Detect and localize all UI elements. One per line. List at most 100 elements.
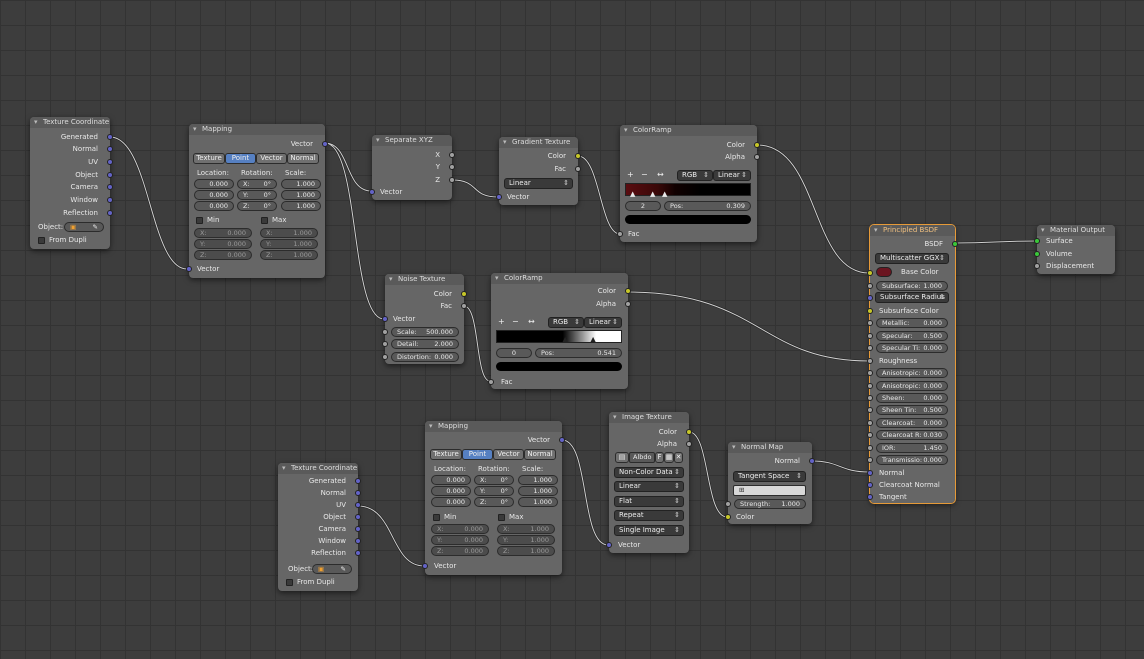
node-title[interactable]: Normal Map [728, 442, 812, 453]
max-checkbox[interactable] [261, 217, 268, 224]
max-z-field[interactable]: Z: 1.000 [260, 250, 318, 260]
node-title[interactable]: ColorRamp [491, 273, 628, 284]
socket-volume-in[interactable] [1034, 251, 1040, 257]
min-x-field[interactable]: X: 0.000 [431, 524, 489, 534]
socket-subsurface-radius[interactable] [867, 295, 873, 301]
socket-normal-in[interactable] [867, 470, 873, 476]
anisotropic-field[interactable]: Anisotropic: 0.000 [876, 368, 948, 378]
extension-dropdown[interactable]: Repeat [614, 510, 684, 521]
strength-field[interactable]: Strength: 1.000 [734, 499, 806, 509]
min-x-field[interactable]: X: 0.000 [194, 228, 252, 238]
socket-alpha[interactable] [625, 301, 631, 307]
socket-x[interactable] [449, 152, 455, 158]
image-texture-node[interactable]: Image Texture Color Alpha ▤ Albdo F ▦ ✕ … [606, 412, 692, 553]
flip-ramp-icon[interactable]: ↔ [528, 317, 535, 326]
ramp-stop-marker[interactable]: ▲ [650, 190, 655, 199]
add-stop-icon[interactable]: + [498, 317, 505, 326]
from-dupli-checkbox[interactable] [286, 579, 293, 586]
node-title[interactable]: Separate XYZ [372, 135, 452, 146]
socket-anisotropic[interactable] [867, 370, 873, 376]
stop-color-swatch[interactable] [496, 362, 622, 371]
flip-ramp-icon[interactable]: ↔ [657, 170, 664, 179]
socket-color-in[interactable] [725, 514, 731, 520]
socket-reflection[interactable] [355, 550, 361, 556]
scale-z-field[interactable]: 1.000 [518, 497, 558, 507]
interpolation-dropdown[interactable]: Linear [614, 481, 684, 492]
socket-bsdf-out[interactable] [952, 241, 958, 247]
normal-map-node[interactable]: Normal Map Normal Tangent Space ⊞ Streng… [725, 442, 815, 524]
socket-displacement-in[interactable] [1034, 263, 1040, 269]
eyedropper-icon[interactable]: ✎ [341, 565, 346, 573]
socket-camera[interactable] [107, 184, 113, 190]
node-title[interactable]: Mapping [425, 421, 562, 432]
scale-z-field[interactable]: 1.000 [281, 201, 321, 211]
socket-sheen-tint[interactable] [867, 407, 873, 413]
socket-specular-tint[interactable] [867, 345, 873, 351]
socket-generated[interactable] [355, 478, 361, 484]
anisotropic-rotation-field[interactable]: Anisotropic: 0.000 [876, 381, 948, 391]
interpolation-dropdown[interactable]: Linear [713, 170, 751, 181]
ramp-stop-marker[interactable]: ▲ [662, 190, 667, 199]
socket-vector-in[interactable] [606, 542, 612, 548]
location-y-field[interactable]: 0.000 [194, 190, 234, 200]
gradient-type-dropdown[interactable]: Linear [504, 178, 573, 189]
socket-roughness[interactable] [867, 358, 873, 364]
texture-coordinate-node[interactable]: Texture Coordinate Generated Normal UV O… [30, 117, 113, 249]
mapping-node[interactable]: Mapping Vector Texture Point Vector Norm… [422, 421, 565, 575]
socket-metallic[interactable] [867, 320, 873, 326]
max-x-field[interactable]: X: 1.000 [497, 524, 555, 534]
stop-position-field[interactable]: Pos: 0.541 [535, 348, 622, 358]
node-title[interactable]: Gradient Texture [499, 137, 578, 148]
color-mode-dropdown[interactable]: RGB [548, 317, 584, 328]
socket-vector-in[interactable] [382, 316, 388, 322]
transmission-field[interactable]: Transmissio: 0.000 [876, 455, 948, 465]
socket-y[interactable] [449, 164, 455, 170]
max-x-field[interactable]: X: 1.000 [260, 228, 318, 238]
socket-reflection[interactable] [107, 210, 113, 216]
tab-texture[interactable]: Texture [193, 153, 225, 164]
socket-subsurface-color[interactable] [867, 308, 873, 314]
socket-surface-in[interactable] [1034, 238, 1040, 244]
remove-stop-icon[interactable]: − [512, 317, 519, 326]
scale-field[interactable]: Scale: 500.000 [391, 327, 459, 337]
min-z-field[interactable]: Z: 0.000 [431, 546, 489, 556]
eyedropper-icon[interactable]: ✎ [93, 223, 98, 231]
pack-image-button[interactable]: ▦ [664, 452, 674, 463]
add-stop-icon[interactable]: + [627, 170, 634, 179]
socket-vector-in[interactable] [369, 189, 375, 195]
subsurface-radius-dropdown[interactable]: Subsurface Radius [875, 292, 949, 303]
distribution-dropdown[interactable]: Multiscatter GGX [875, 253, 949, 264]
node-title[interactable]: Texture Coordinate [30, 117, 110, 128]
socket-base-color[interactable] [867, 270, 873, 276]
location-z-field[interactable]: 0.000 [194, 201, 234, 211]
socket-color[interactable] [754, 142, 760, 148]
base-color-swatch[interactable] [876, 267, 892, 277]
remove-stop-icon[interactable]: − [641, 170, 648, 179]
socket-alpha[interactable] [686, 441, 692, 447]
principled-bsdf-node[interactable]: Principled BSDF BSDF Multiscatter GGX Ba… [867, 224, 958, 504]
mapping-node[interactable]: Mapping Vector Texture Point Vector Norm… [186, 124, 328, 278]
specular-tint-field[interactable]: Specular Ti: 0.000 [876, 343, 948, 353]
image-browse-button[interactable]: ▤ [615, 452, 629, 463]
socket-fac[interactable] [575, 166, 581, 172]
socket-vector-in[interactable] [422, 563, 428, 569]
node-title[interactable]: Material Output [1037, 225, 1115, 236]
min-checkbox[interactable] [196, 217, 203, 224]
socket-object[interactable] [355, 514, 361, 520]
rotation-x-field[interactable]: X: 0° [237, 179, 277, 189]
unlink-image-button[interactable]: ✕ [674, 452, 683, 463]
fake-user-button[interactable]: F [655, 452, 664, 463]
min-z-field[interactable]: Z: 0.000 [194, 250, 252, 260]
color-space-dropdown[interactable]: Non-Color Data [614, 467, 684, 478]
location-y-field[interactable]: 0.000 [431, 486, 471, 496]
socket-object[interactable] [107, 172, 113, 178]
node-title[interactable]: Noise Texture [385, 274, 464, 285]
socket-specular[interactable] [867, 333, 873, 339]
active-stop-index[interactable]: 2 [625, 201, 661, 211]
detail-field[interactable]: Detail: 2.000 [391, 339, 459, 349]
tab-texture[interactable]: Texture [430, 449, 462, 460]
rotation-y-field[interactable]: Y: 0° [474, 486, 514, 496]
ramp-stop-marker[interactable]: ▲ [630, 190, 635, 199]
socket-strength-in[interactable] [725, 501, 731, 507]
node-title[interactable]: ColorRamp [620, 125, 757, 136]
